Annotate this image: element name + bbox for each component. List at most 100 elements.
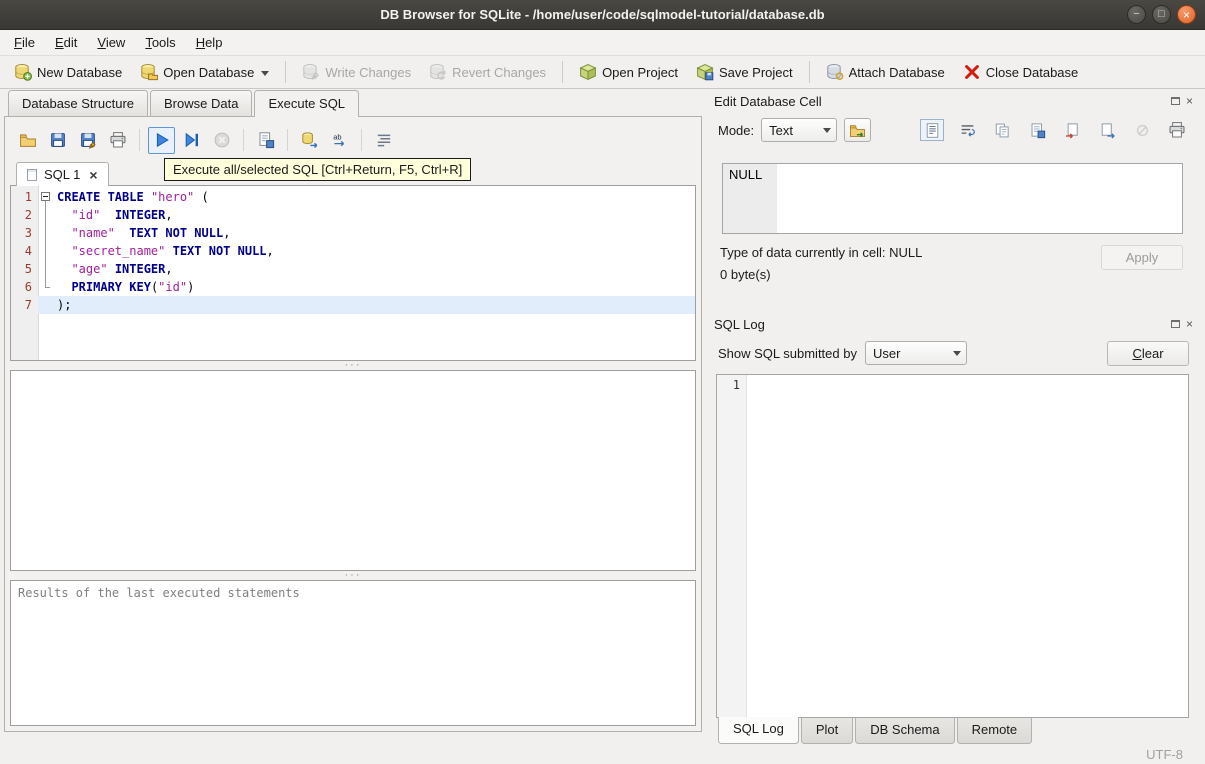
results-grid[interactable] [10,370,696,571]
menu-view[interactable]: View [87,30,135,55]
menu-file[interactable]: File [4,30,45,55]
splitter-handle[interactable]: ··· [10,360,696,371]
chevron-down-icon [952,350,961,360]
fold-marker-icon [38,224,53,242]
log-body [747,375,1188,717]
print-sql-button[interactable] [104,127,131,154]
cell-editor[interactable]: NULL [722,163,1183,234]
menu-tools[interactable]: Tools [135,30,185,55]
statusbar: UTF-8 [0,744,1205,764]
sql-code-editor[interactable]: 1 CREATE TABLE "hero" (2 "id" INTEGER, 3 "… [10,185,696,361]
line-number: 6 [24,280,32,294]
toolbar-separator [285,61,287,83]
word-wrap-button[interactable] [955,119,979,141]
log-filter-combobox[interactable]: User [864,341,967,365]
print-cell-button[interactable] [1165,119,1189,141]
mode-value: Text [769,122,793,138]
dock-pane: Edit Database Cell × Mode: Text NULL Typ… [708,89,1205,744]
menu-help[interactable]: Help [186,30,233,55]
open-file-icon [849,122,866,139]
tab-sql-1[interactable]: SQL 1 × [16,162,109,186]
export-results-button[interactable] [296,127,323,154]
toolbar-button-open-project[interactable]: Open Project [571,60,686,84]
line-number: 4 [24,244,32,258]
cell-size-info: 0 byte(s) [720,267,771,282]
save-sql-file-icon [49,131,67,149]
apply-button: Apply [1101,245,1183,270]
minimize-button[interactable]: − [1127,5,1146,24]
dropdown-caret-icon[interactable] [261,70,270,80]
toolbar-button-new-database[interactable]: New Database [6,60,130,84]
dock-tab-db-schema[interactable]: DB Schema [855,718,955,744]
stop-icon [213,131,231,149]
attach-database-icon [826,63,844,81]
cell-value: NULL [729,167,763,182]
dock-tab-remote[interactable]: Remote [956,718,1033,744]
chevron-down-icon [823,127,832,137]
sql-log-area[interactable]: 1 [716,374,1189,718]
float-icon[interactable] [1170,97,1180,105]
encoding-label: UTF-8 [1146,746,1183,762]
edit-cell-title: Edit Database Cell [714,93,822,109]
close-tab-icon[interactable]: × [89,168,97,182]
stop-execution-button [208,127,235,154]
code-line: 7); [11,296,695,314]
code-text: "age" INTEGER, [71,262,173,276]
window-title: DB Browser for SQLite - /home/user/code/… [380,7,825,22]
mode-combobox[interactable]: Text [761,118,838,142]
dock-tab-sql-log[interactable]: SQL Log [718,717,799,744]
execute-line-button[interactable] [178,127,205,154]
import-file-icon [1064,122,1081,139]
close-icon[interactable]: × [1186,318,1193,330]
find-replace-button[interactable]: ab [326,127,353,154]
toolbar-button-save-project[interactable]: Save Project [688,60,801,84]
close-icon[interactable]: × [1186,95,1193,107]
save-results-button[interactable] [252,127,279,154]
splitter-handle-2[interactable]: ··· [10,570,696,581]
cell-type-info: Type of data currently in cell: NULL [720,245,923,260]
save-sql-as-button[interactable] [74,127,101,154]
export-to-file-button[interactable] [1095,119,1119,141]
clear-log-button[interactable]: Clear [1107,340,1189,366]
toolbar-button-attach-database[interactable]: Attach Database [818,60,953,84]
toolbar-button-open-database[interactable]: Open Database [132,60,277,84]
toolbar-button-close-database[interactable]: Close Database [955,60,1087,84]
fold-marker-icon[interactable] [38,188,53,206]
titlebar[interactable]: DB Browser for SQLite - /home/user/code/… [0,0,1205,30]
save-as-file-button[interactable] [1025,119,1049,141]
copy-button[interactable] [990,119,1014,141]
cell-mode-row: Mode: Text [708,111,1197,149]
open-file-button[interactable] [844,118,872,142]
log-filter-value: User [872,345,901,361]
text-mode-button[interactable] [920,119,944,141]
main-content: Database Structure Browse Data Execute SQL… [0,89,1205,744]
tab-database-structure[interactable]: Database Structure [8,90,149,116]
format-sql-button[interactable] [370,127,397,154]
float-icon[interactable] [1170,320,1180,328]
maximize-button[interactable]: □ [1152,5,1171,24]
close-button[interactable]: × [1177,5,1196,24]
text-view-icon [924,122,941,139]
results-message[interactable]: Results of the last executed statements [10,580,696,726]
tab-execute-sql[interactable]: Execute SQL [254,90,360,117]
open-sql-file-icon [19,131,37,149]
revert-changes-icon [429,63,447,81]
word-wrap-icon [959,122,976,139]
execute-all-button[interactable] [148,126,175,154]
find-replace-icon: ab [331,131,349,149]
tab-browse-data[interactable]: Browse Data [150,90,253,116]
save-sql-as-icon [79,131,97,149]
code-line: 4 "secret_name" TEXT NOT NULL, [11,242,695,260]
edit-cell-header-icons: × [1170,95,1193,107]
copy-icon [994,122,1011,139]
save-project-icon [696,63,714,81]
menu-edit[interactable]: Edit [45,30,87,55]
dock-tab-plot[interactable]: Plot [800,718,854,744]
save-sql-file-button[interactable] [44,127,71,154]
import-from-file-button[interactable] [1060,119,1084,141]
toolbar-separator [808,61,810,83]
log-filter-label: Show SQL submitted by [718,345,857,361]
dock-tabbar: SQL Log Plot DB Schema Remote [716,717,1189,744]
open-sql-file-button[interactable] [14,127,41,154]
fold-marker-icon [38,206,53,224]
